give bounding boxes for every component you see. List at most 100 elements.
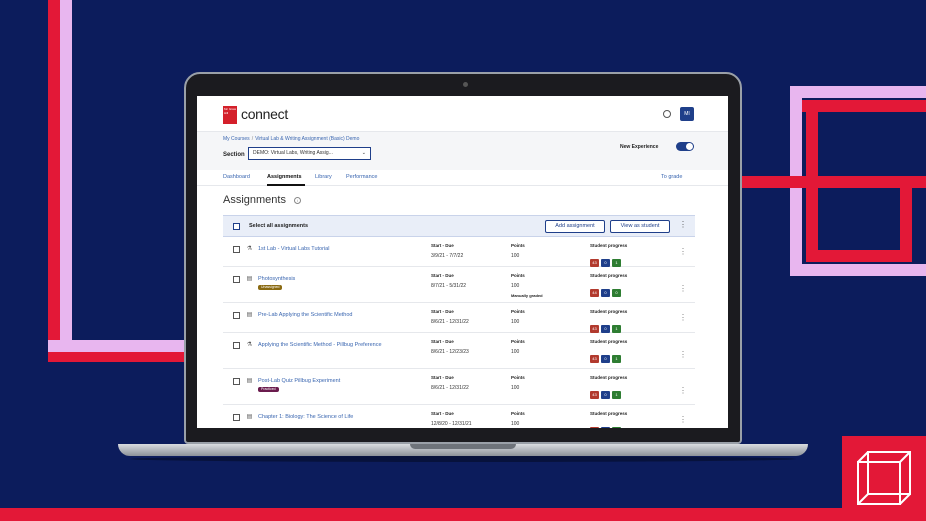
row-more-icon[interactable]: ⋮ (679, 285, 687, 293)
breadcrumb-separator: / (251, 136, 254, 142)
new-experience-toggle[interactable] (676, 142, 694, 151)
points-header: Points (511, 309, 525, 314)
decor-six-pink-bottom (790, 264, 926, 276)
table-row: ▤ Photosynthesis Unassigned Start - Due 8/7/… (223, 267, 695, 303)
points-value: 100 (511, 349, 520, 355)
row-checkbox[interactable] (233, 342, 240, 349)
progress-count-pill[interactable]: 44 (590, 289, 599, 297)
start-due-value: 8/6/21 - 12/31/22 (431, 319, 469, 325)
table-row: ▤ Chapter 1: Biology: The Science of Life… (223, 405, 695, 428)
row-more-icon[interactable]: ⋮ (679, 387, 687, 395)
help-icon[interactable] (663, 110, 671, 118)
document-icon: ▤ (246, 312, 253, 318)
toggle-knob (686, 143, 693, 150)
points-value: 100 (511, 421, 520, 427)
row-more-icon[interactable]: ⋮ (679, 314, 687, 322)
progress-count-pill[interactable]: 43 (590, 259, 599, 267)
assignment-title-link[interactable]: Pre-Lab Applying the Scientific Method (258, 311, 418, 319)
points-header: Points (511, 411, 525, 416)
progress-count-pill[interactable]: 1 (612, 325, 621, 333)
flask-icon: ⚗ (246, 342, 253, 348)
progress-count-pill[interactable]: 43 (590, 355, 599, 363)
row-checkbox[interactable] (233, 246, 240, 253)
document-icon: ▤ (246, 276, 253, 282)
row-more-icon[interactable]: ⋮ (679, 248, 687, 256)
section-select[interactable]: DEMO: Virtual Labs, Writing Assig... ⌄ (248, 147, 371, 160)
progress-count-pill[interactable]: 1 (612, 355, 621, 363)
progress-count-pill[interactable]: 43 (590, 391, 599, 399)
student-progress-header: Student progress (590, 273, 628, 278)
row-more-icon[interactable]: ⋮ (679, 351, 687, 359)
status-badge: Practiced (258, 387, 279, 392)
grading-note: Manually graded (511, 293, 543, 298)
laptop-notch (410, 444, 516, 449)
start-due-header: Start - Due (431, 243, 454, 248)
decor-six-red-mid (740, 176, 926, 188)
start-due-header: Start - Due (431, 309, 454, 314)
decor-red-bar-bottom (48, 352, 198, 362)
logo-block-text: Mc Graw Hill (224, 107, 236, 115)
row-checkbox[interactable] (233, 312, 240, 319)
start-due-header: Start - Due (431, 375, 454, 380)
select-all-checkbox[interactable] (233, 223, 240, 230)
decor-six-red-right (900, 176, 912, 260)
progress-count-pill[interactable]: 0 (612, 427, 621, 428)
student-progress-header: Student progress (590, 375, 628, 380)
assignments-toolbar: Select all assignments Add assignment Vi… (223, 215, 695, 237)
tab-assignments[interactable]: Assignments (267, 174, 302, 180)
row-more-icon[interactable]: ⋮ (679, 416, 687, 424)
view-as-student-button[interactable]: View as student (610, 220, 670, 233)
assignment-title-link[interactable]: 1st Lab - Virtual Labs Tutorial (258, 245, 418, 253)
progress-count-pill[interactable]: 43 (590, 325, 599, 333)
assignment-title-link[interactable]: Post-Lab Quiz Pillbug Experiment Practice… (258, 377, 418, 393)
progress-count-pill[interactable]: 1 (612, 259, 621, 267)
course-nav: Dashboard Assignments Library Performanc… (197, 170, 728, 186)
progress-count-pill[interactable]: 0 (612, 289, 621, 297)
student-progress-pills: 43 0 1 (590, 317, 623, 333)
progress-count-pill[interactable]: 0 (601, 259, 610, 267)
camera-icon (463, 82, 468, 87)
assignment-title-link[interactable]: Chapter 1: Biology: The Science of Life (258, 413, 418, 421)
to-grade-link[interactable]: To grade (661, 174, 682, 180)
tab-performance[interactable]: Performance (346, 174, 378, 180)
start-due-value: 8/7/21 - 5/31/22 (431, 283, 467, 289)
progress-count-pill[interactable]: 44 (590, 427, 599, 428)
progress-count-pill[interactable]: 0 (601, 355, 610, 363)
select-all-label: Select all assignments (249, 223, 308, 229)
start-due-value: 3/9/21 - 7/7/22 (431, 253, 464, 259)
avatar[interactable]: MI (680, 107, 694, 121)
tab-library[interactable]: Library (315, 174, 332, 180)
progress-count-pill[interactable]: 1 (612, 391, 621, 399)
mcgraw-hill-logo[interactable]: Mc Graw Hill (223, 106, 237, 124)
progress-count-pill[interactable]: 0 (601, 289, 610, 297)
points-header: Points (511, 339, 525, 344)
row-checkbox[interactable] (233, 378, 240, 385)
top-bar: Mc Graw Hill connect MI (197, 96, 728, 132)
info-icon[interactable]: i (294, 197, 301, 204)
app-screen: Mc Graw Hill connect MI My Courses / Virtu… (197, 96, 728, 428)
student-progress-pills: 4400 (590, 419, 623, 428)
breadcrumb: My Courses / Virtual Lab & Writing Assignm… (223, 136, 359, 142)
row-checkbox[interactable] (233, 414, 240, 421)
table-row: ⚗ 1st Lab - Virtual Labs Tutorial Start - … (223, 237, 695, 267)
student-progress-header: Student progress (590, 339, 628, 344)
progress-count-pill[interactable]: 0 (601, 391, 610, 399)
progress-count-pill[interactable]: 0 (601, 325, 610, 333)
tab-dashboard[interactable]: Dashboard (223, 174, 250, 180)
points-value: 100 (511, 319, 520, 325)
add-assignment-button[interactable]: Add assignment (545, 220, 605, 233)
breadcrumb-my-courses[interactable]: My Courses (223, 136, 250, 142)
decor-pink-bar-left (60, 0, 72, 340)
assignment-title-link[interactable]: Applying the Scientific Method - Pillbug… (258, 341, 418, 349)
decor-six-pink-top (790, 86, 926, 98)
student-progress-pills: 43 0 1 (590, 251, 623, 267)
row-checkbox[interactable] (233, 276, 240, 283)
student-progress-pills: 43 0 1 (590, 347, 623, 363)
points-value: 100 (511, 253, 520, 259)
student-progress-pills: 43 0 1 (590, 383, 623, 399)
connect-logo-text[interactable]: connect (241, 106, 288, 122)
progress-count-pill[interactable]: 0 (601, 427, 610, 428)
more-options-icon[interactable]: ⋮ (679, 221, 687, 229)
breadcrumb-course[interactable]: Virtual Lab & Writing Assignment (Basic)… (255, 136, 359, 142)
assignment-title-link[interactable]: Photosynthesis Unassigned (258, 275, 418, 291)
